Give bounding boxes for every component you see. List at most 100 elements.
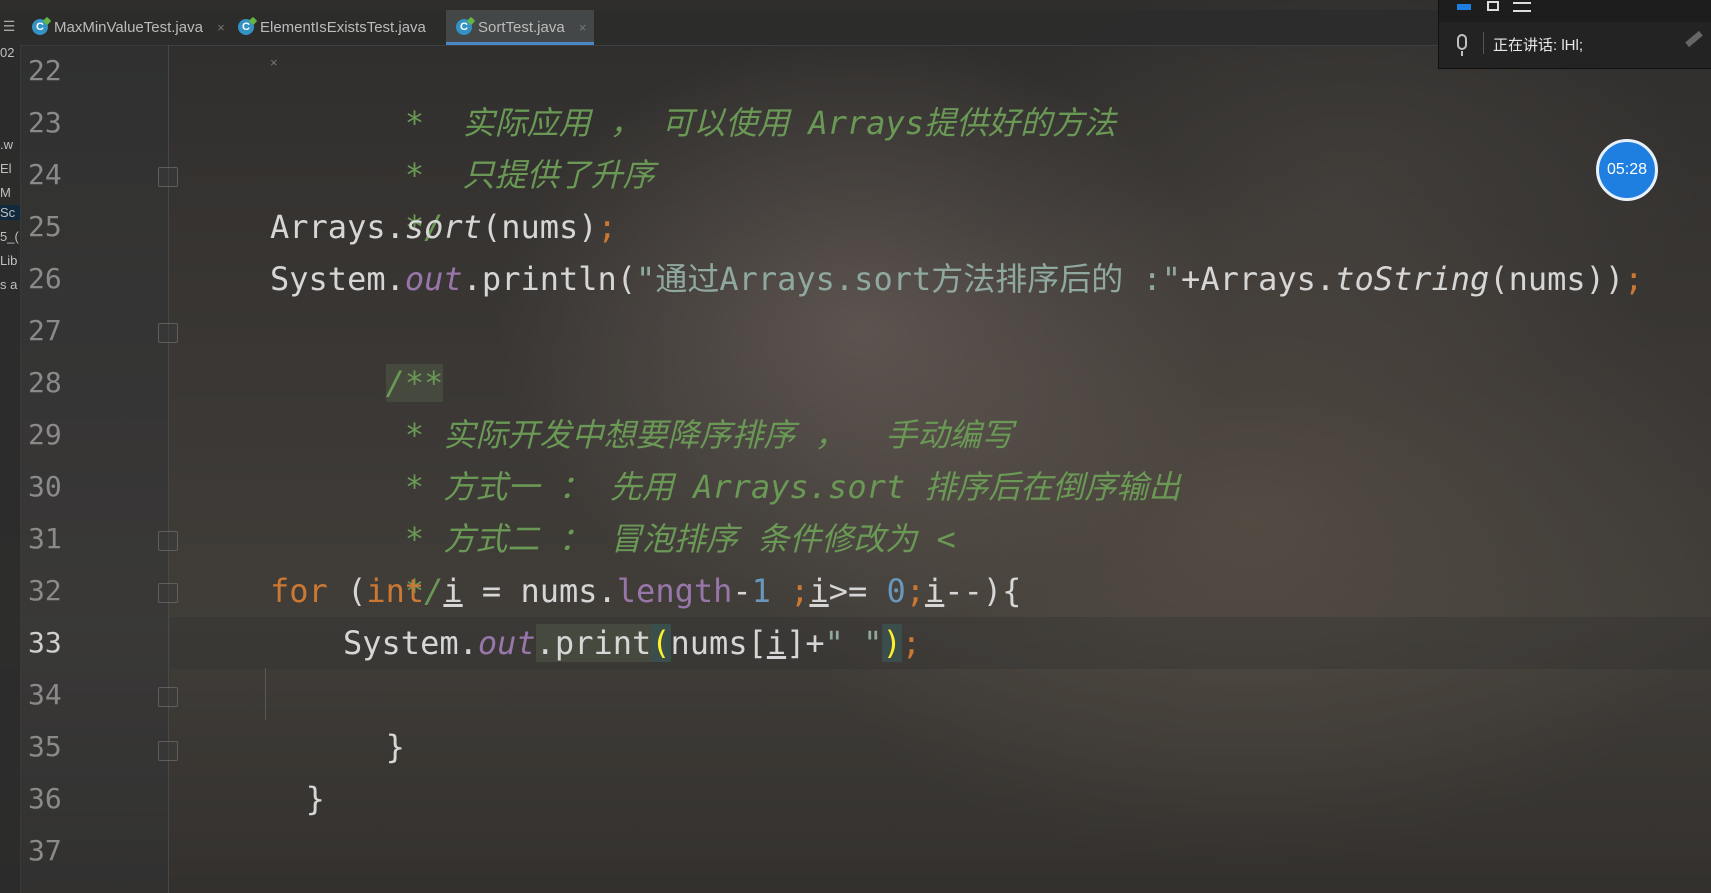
line-number: 34	[28, 678, 62, 711]
code-token: >=	[828, 572, 887, 610]
code-token: --){	[944, 572, 1022, 610]
line-number: 27	[28, 314, 62, 347]
meeting-toolbar	[1439, 0, 1711, 22]
variable: i	[809, 572, 829, 610]
line-number: 25	[28, 210, 62, 243]
code-line-35: }	[190, 721, 325, 818]
line-number-current: 33	[28, 626, 62, 659]
code-token: out	[404, 260, 463, 298]
line-number: 26	[28, 262, 62, 295]
string-literal: "通过Arrays.sort方法排序后的 :"	[636, 260, 1182, 298]
java-class-icon: C	[32, 19, 48, 35]
code-line-28: * 实际开发中想要降序排序 ， 手动编写	[270, 357, 1013, 454]
variable: i	[925, 572, 945, 610]
close-icon[interactable]: ×	[579, 10, 587, 45]
code-token: ;	[901, 624, 921, 662]
project-tree-fragment-selected[interactable]: Sc	[0, 205, 20, 220]
microphone-icon[interactable]	[1457, 34, 1467, 56]
variable: i	[443, 572, 463, 610]
pen-icon[interactable]	[1685, 30, 1703, 48]
code-line-33-current: System.out.print(nums[i]+" ");	[170, 617, 1711, 669]
code-token: .print	[535, 624, 652, 662]
matched-paren: (	[651, 624, 671, 662]
tab-list-icon[interactable]: ☰	[0, 10, 18, 45]
project-panel-edge: 02 .w El M Sc 5_( Lib s a	[0, 45, 21, 893]
code-token: (nums)	[481, 208, 598, 246]
project-tree-fragment[interactable]: El	[0, 161, 12, 176]
tab-label: ElementIsExistsTest.java	[260, 19, 426, 36]
code-line-22: * 实际应用 ， 可以使用 Arrays提供好的方法	[270, 45, 1116, 142]
code-token: ;	[905, 572, 926, 610]
code-token: (nums))	[1489, 260, 1625, 298]
divider	[1483, 32, 1484, 54]
tab-label: SortTest.java	[478, 19, 565, 36]
line-number: 32	[28, 574, 62, 607]
code-line-24: */	[270, 149, 444, 246]
recording-timer[interactable]: 05:28	[1596, 139, 1658, 201]
comment: * 方式二 ： 冒泡排序 条件修改为 <	[385, 520, 956, 558]
code-token: System.	[343, 624, 478, 662]
line-number: 24	[28, 158, 62, 191]
project-tree-fragment[interactable]: Lib	[0, 253, 17, 268]
code-token: (	[327, 572, 367, 610]
code-token: ;	[597, 208, 617, 246]
code-line-26: System.out.println("通过Arrays.sort方法排序后的 …	[270, 253, 1643, 305]
matched-paren: )	[882, 624, 902, 662]
code-line-34: }	[270, 669, 405, 766]
code-token: Arrays.	[270, 208, 405, 246]
line-number: 35	[28, 730, 62, 763]
closing-brace: }	[385, 728, 405, 766]
tab-label: MaxMinValueTest.java	[54, 19, 203, 36]
code-token: ;	[1624, 260, 1644, 298]
variable: i	[766, 624, 787, 662]
speaking-indicator: 正在讲话: lHl;	[1493, 37, 1584, 54]
line-number: 29	[28, 418, 62, 451]
line-number: 37	[28, 834, 62, 867]
code-token: .println(	[462, 260, 637, 298]
field: length	[616, 572, 733, 610]
code-token: ;	[790, 572, 810, 610]
number: 0	[886, 572, 906, 610]
tab-elementisexiststest[interactable]: C ElementIsExistsTest.java ×	[228, 10, 444, 70]
tab-maxminvaluetest[interactable]: C MaxMinValueTest.java ×	[22, 10, 226, 45]
code-token: toString	[1335, 260, 1490, 298]
code-token: +Arrays.	[1181, 260, 1336, 298]
line-number: 23	[28, 106, 62, 139]
code-token: = nums.	[462, 572, 617, 610]
code-token: nums[	[670, 624, 767, 662]
line-number: 28	[28, 366, 62, 399]
code-token: -	[732, 572, 752, 610]
indent-guide	[265, 668, 266, 720]
line-number: 31	[28, 522, 62, 555]
minimize-icon[interactable]	[1457, 4, 1471, 10]
close-icon[interactable]: ×	[217, 10, 225, 45]
line-number-gutter: 22 23 24 25 26 27 28 29 30 31 32 33 34 3…	[20, 45, 169, 893]
window-icon[interactable]	[1487, 1, 1499, 11]
code-line-29: * 方式一 ： 先用 Arrays.sort 排序后在倒序输出	[270, 409, 1181, 506]
java-class-icon: C	[238, 19, 254, 35]
project-tree-fragment[interactable]: 5_(	[0, 229, 19, 244]
project-tree-fragment[interactable]: s a	[0, 277, 17, 292]
tab-sorttest[interactable]: C SortTest.java ×	[446, 10, 594, 45]
code-editor[interactable]: * 实际应用 ， 可以使用 Arrays提供好的方法 * 只提供了升序 */ A…	[170, 45, 1711, 893]
code-token: ]+	[786, 624, 825, 662]
number: 1	[751, 572, 771, 610]
code-line-27: /**	[270, 305, 444, 402]
code-line-30: * 方式二 ： 冒泡排序 条件修改为 <	[270, 461, 956, 558]
keyword: for	[270, 572, 328, 610]
code-line-25: Arrays.sort(nums);	[270, 201, 617, 253]
project-tree-fragment[interactable]: .w	[0, 137, 13, 152]
project-tree-fragment[interactable]: M	[0, 185, 11, 200]
keyword: int	[366, 572, 425, 610]
menu-icon[interactable]	[1513, 2, 1531, 12]
string-literal: " "	[824, 624, 883, 662]
editor-tab-bar: ☰ C MaxMinValueTest.java × C ElementIsEx…	[0, 10, 1440, 70]
closing-brace: }	[305, 780, 325, 818]
ide-window: ☰ C MaxMinValueTest.java × C ElementIsEx…	[0, 0, 1711, 893]
java-class-icon: C	[456, 19, 472, 35]
line-number: 22	[28, 54, 62, 87]
project-tree-fragment[interactable]: 02	[0, 45, 14, 60]
code-token: System.	[270, 260, 405, 298]
